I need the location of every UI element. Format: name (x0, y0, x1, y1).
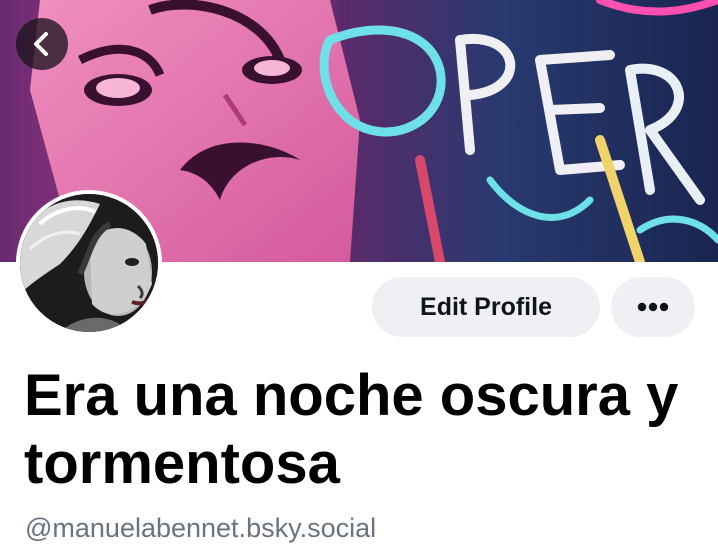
ellipsis-icon (637, 302, 669, 312)
profile-screen: Edit Profile Era una noche oscura y torm… (0, 0, 718, 554)
back-button[interactable] (16, 18, 68, 70)
avatar-image (20, 194, 158, 332)
profile-handle: @manuelabennet.bsky.social (25, 513, 377, 543)
edit-profile-button[interactable]: Edit Profile (372, 277, 600, 337)
more-options-button[interactable] (611, 277, 695, 337)
profile-display-name: Era una noche oscura y tormentosa (24, 363, 679, 496)
chevron-left-icon (34, 32, 48, 56)
avatar[interactable] (16, 190, 162, 336)
